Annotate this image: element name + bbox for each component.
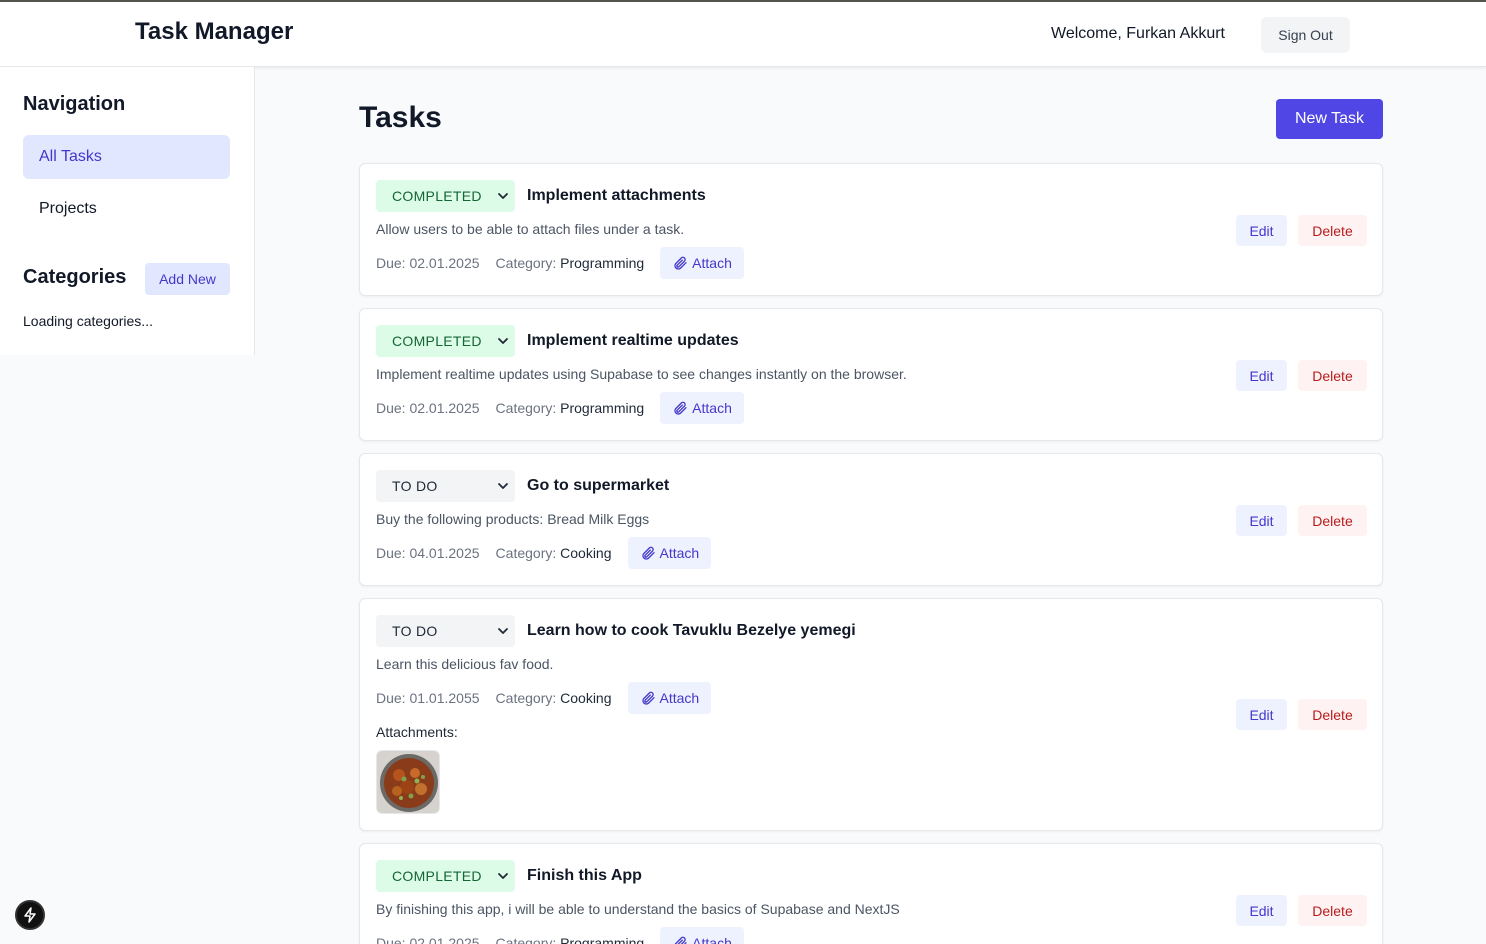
categories-loading-text: Loading categories... [23, 313, 153, 329]
attach-button[interactable]: Attach [660, 247, 744, 279]
app-header: Task Manager Welcome, Furkan Akkurt Sign… [0, 2, 1486, 67]
task-description: By finishing this app, i will be able to… [376, 901, 900, 917]
page-title: Tasks [359, 101, 442, 134]
dev-tools-bolt-icon[interactable] [15, 900, 45, 930]
status-value: COMPLETED [392, 868, 482, 884]
navigation-heading: Navigation [23, 93, 126, 115]
task-title: Learn how to cook Tavuklu Bezelye yemegi [527, 622, 856, 639]
task-meta: Due: 01.01.2055 Category: Cooking Attach [376, 682, 712, 714]
task-title: Implement realtime updates [527, 332, 739, 349]
status-select[interactable]: COMPLETED [376, 860, 515, 892]
sidebar: Navigation All Tasks Projects Categories… [0, 67, 255, 355]
categories-heading: Categories [23, 266, 127, 288]
task-title: Implement attachments [527, 187, 706, 204]
attach-label: Attach [692, 255, 732, 271]
task-meta: Due: 02.01.2025 Category: Programming At… [376, 927, 744, 944]
edit-button[interactable]: Edit [1236, 505, 1287, 536]
attach-label: Attach [659, 690, 700, 706]
status-value: COMPLETED [392, 188, 482, 204]
category: Category: Programming [495, 935, 645, 944]
task-title: Finish this App [527, 867, 642, 884]
attach-button[interactable]: Attach [660, 392, 744, 424]
attach-label: Attach [659, 545, 700, 561]
add-category-button[interactable]: Add New [145, 263, 230, 295]
status-value: TO DO [392, 623, 438, 639]
category: Category: Programming [495, 400, 645, 416]
task-description: Allow users to be able to attach files u… [376, 221, 685, 237]
task-description: Implement realtime updates using Supabas… [376, 366, 907, 382]
task-card: COMPLETED Implement attachments Allow us… [359, 163, 1383, 296]
status-value: COMPLETED [392, 333, 482, 349]
chevron-down-icon [498, 193, 508, 199]
status-select[interactable]: TO DO [376, 470, 515, 502]
paperclip-icon [674, 401, 687, 415]
due-date: Due: 02.01.2025 [376, 400, 480, 416]
due-date: Due: 02.01.2025 [376, 255, 480, 271]
attachments-label: Attachments: [376, 724, 458, 740]
delete-button[interactable]: Delete [1298, 215, 1367, 246]
chevron-down-icon [498, 873, 508, 879]
paperclip-icon [674, 256, 687, 270]
status-select[interactable]: COMPLETED [376, 325, 515, 357]
paperclip-icon [641, 691, 655, 705]
edit-button[interactable]: Edit [1236, 360, 1287, 391]
edit-button[interactable]: Edit [1236, 699, 1287, 730]
edit-button[interactable]: Edit [1236, 215, 1287, 246]
category: Category: Cooking [495, 545, 612, 561]
sidebar-item-projects[interactable]: Projects [23, 187, 230, 231]
task-meta: Due: 04.01.2025 Category: Cooking Attach [376, 537, 712, 569]
task-card: TO DO Learn how to cook Tavuklu Bezelye … [359, 598, 1383, 831]
attach-label: Attach [692, 935, 732, 944]
task-meta: Due: 02.01.2025 Category: Programming At… [376, 247, 744, 279]
delete-button[interactable]: Delete [1298, 505, 1367, 536]
status-select[interactable]: TO DO [376, 615, 515, 647]
attach-button[interactable]: Attach [627, 682, 712, 714]
attachment-thumbnail[interactable] [376, 750, 440, 814]
chevron-down-icon [498, 628, 508, 634]
task-meta: Due: 02.01.2025 Category: Programming At… [376, 392, 744, 424]
task-card: TO DO Go to supermarket Buy the followin… [359, 453, 1383, 586]
chevron-down-icon [498, 483, 508, 489]
due-date: Due: 01.01.2055 [376, 690, 480, 706]
category: Category: Programming [495, 255, 645, 271]
task-card: COMPLETED Finish this App By finishing t… [359, 843, 1383, 944]
due-date: Due: 02.01.2025 [376, 935, 480, 944]
category: Category: Cooking [495, 690, 612, 706]
status-select[interactable]: COMPLETED [376, 180, 515, 212]
status-value: TO DO [392, 478, 438, 494]
welcome-text: Welcome, Furkan Akkurt [1051, 25, 1225, 42]
paperclip-icon [641, 546, 655, 560]
edit-button[interactable]: Edit [1236, 895, 1287, 926]
due-date: Due: 04.01.2025 [376, 545, 480, 561]
chevron-down-icon [498, 338, 508, 344]
app-title: Task Manager [135, 18, 294, 45]
delete-button[interactable]: Delete [1298, 895, 1367, 926]
paperclip-icon [674, 936, 687, 944]
task-title: Go to supermarket [527, 477, 670, 494]
new-task-button[interactable]: New Task [1276, 99, 1383, 139]
task-description: Learn this delicious fav food. [376, 656, 554, 672]
task-card: COMPLETED Implement realtime updates Imp… [359, 308, 1383, 441]
attach-button[interactable]: Attach [627, 537, 712, 569]
delete-button[interactable]: Delete [1298, 360, 1367, 391]
sidebar-item-all-tasks[interactable]: All Tasks [23, 135, 230, 179]
sign-out-button[interactable]: Sign Out [1261, 17, 1350, 53]
attach-label: Attach [692, 400, 732, 416]
food-image-icon [377, 751, 439, 813]
delete-button[interactable]: Delete [1298, 699, 1367, 730]
attach-button[interactable]: Attach [660, 927, 744, 944]
task-description: Buy the following products: Bread Milk E… [376, 511, 650, 527]
